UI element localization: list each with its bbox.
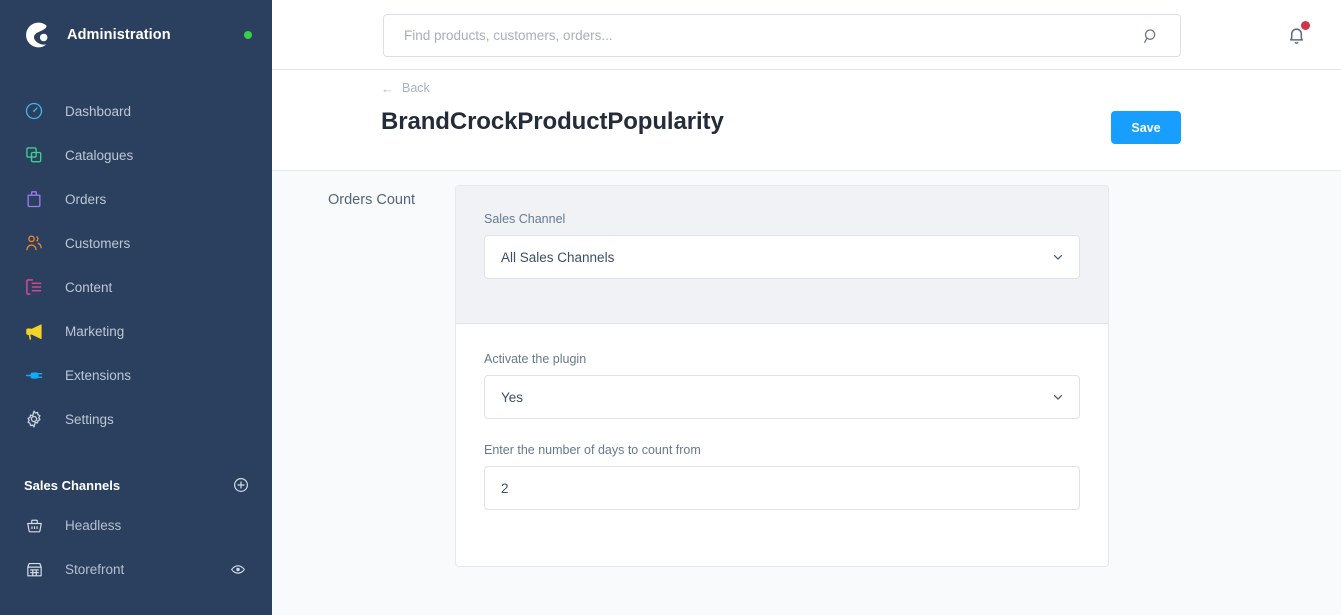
- sidebar-item-extensions[interactable]: Extensions: [0, 353, 272, 397]
- sidebar-item-marketing[interactable]: Marketing: [0, 309, 272, 353]
- plus-circle-icon[interactable]: [232, 476, 250, 494]
- shopware-logo-icon: [16, 15, 56, 55]
- sidebar-item-catalogues[interactable]: Catalogues: [0, 133, 272, 177]
- search-icon[interactable]: [1136, 27, 1166, 45]
- settings-card: Sales Channel All Sales Channels Activat…: [455, 185, 1109, 567]
- orders-bag-icon: [22, 187, 46, 211]
- back-label: Back: [402, 81, 430, 95]
- activate-plugin-select[interactable]: Yes: [484, 375, 1080, 419]
- sidebar-item-label: Orders: [65, 191, 107, 207]
- storefront-shop-icon: [22, 557, 46, 581]
- field-label: Activate the plugin: [484, 352, 587, 366]
- sidebar-item-label: Content: [65, 279, 113, 295]
- sidebar-item-dashboard[interactable]: Dashboard: [0, 89, 272, 133]
- sidebar-brand[interactable]: Administration: [0, 0, 272, 70]
- sales-channel-select[interactable]: All Sales Channels: [484, 235, 1080, 279]
- page-title: BrandCrockProductPopularity: [381, 108, 724, 135]
- headless-basket-icon: [22, 513, 46, 537]
- days-to-count-input[interactable]: [501, 480, 1063, 496]
- sidebar-item-label: Headless: [65, 517, 122, 533]
- sidebar-item-storefront[interactable]: Storefront: [0, 547, 272, 591]
- catalogues-copy-icon: [22, 143, 46, 167]
- field-sales-channel: Sales Channel All Sales Channels: [484, 212, 1080, 279]
- connection-status-dot: [244, 31, 252, 39]
- sidebar-item-orders[interactable]: Orders: [0, 177, 272, 221]
- back-link[interactable]: ← Back: [381, 81, 430, 95]
- sidebar-item-headless[interactable]: Headless: [0, 503, 272, 547]
- chevron-down-icon[interactable]: [1051, 390, 1065, 404]
- dashboard-gauge-icon: [22, 99, 46, 123]
- page-header: ← Back BrandCrockProductPopularity Save: [272, 70, 1341, 171]
- sidebar-nav: Dashboard Catalogues Orders Customers Co…: [0, 89, 272, 441]
- days-to-count-control[interactable]: [484, 466, 1080, 510]
- search-input[interactable]: [384, 28, 1136, 43]
- sidebar-item-customers[interactable]: Customers: [0, 221, 272, 265]
- sidebar-item-label: Customers: [65, 235, 131, 251]
- topbar: [272, 0, 1341, 70]
- marketing-megaphone-icon: [22, 319, 46, 343]
- sidebar-item-label: Settings: [65, 411, 114, 427]
- section-label-orders-count: Orders Count: [328, 192, 416, 208]
- sidebar-item-settings[interactable]: Settings: [0, 397, 272, 441]
- sidebar-item-label: Catalogues: [65, 147, 134, 163]
- sidebar: Administration Dashboard Catalogues Orde…: [0, 0, 272, 615]
- sidebar-item-label: Extensions: [65, 367, 132, 383]
- content-document-icon: [22, 275, 46, 299]
- content-area: Orders Count Sales Channel All Sales Cha…: [272, 171, 1341, 615]
- field-activate-plugin: Activate the plugin Yes: [484, 352, 1080, 419]
- global-search[interactable]: [383, 14, 1181, 57]
- field-value: Yes: [501, 389, 524, 405]
- sidebar-item-content[interactable]: Content: [0, 265, 272, 309]
- notifications-button[interactable]: [1281, 20, 1311, 50]
- sidebar-brand-title: Administration: [67, 27, 171, 43]
- sidebar-item-label: Dashboard: [65, 103, 132, 119]
- field-label: Sales Channel: [484, 212, 566, 226]
- field-value: All Sales Channels: [501, 249, 615, 265]
- notification-badge: [1301, 21, 1310, 30]
- sidebar-item-label: Marketing: [65, 323, 125, 339]
- main-area: ← Back BrandCrockProductPopularity Save …: [272, 0, 1341, 615]
- field-label: Enter the number of days to count from: [484, 443, 701, 457]
- card-section-plugin-settings: Activate the plugin Yes Enter the number…: [456, 324, 1108, 566]
- card-section-sales-channel: Sales Channel All Sales Channels: [456, 186, 1108, 324]
- sales-channels-section-header: Sales Channels: [0, 467, 272, 503]
- sidebar-item-label: Storefront: [65, 561, 125, 577]
- extensions-plug-icon: [22, 363, 46, 387]
- admin-app: Administration Dashboard Catalogues Orde…: [0, 0, 1341, 615]
- field-days-to-count: Enter the number of days to count from: [484, 443, 1080, 510]
- eye-icon[interactable]: [230, 561, 246, 577]
- arrow-left-icon: ←: [381, 80, 394, 96]
- customers-people-icon: [22, 231, 46, 255]
- chevron-down-icon[interactable]: [1051, 250, 1065, 264]
- save-button[interactable]: Save: [1111, 111, 1181, 144]
- sales-channels-title: Sales Channels: [24, 477, 121, 493]
- settings-gear-icon: [22, 407, 46, 431]
